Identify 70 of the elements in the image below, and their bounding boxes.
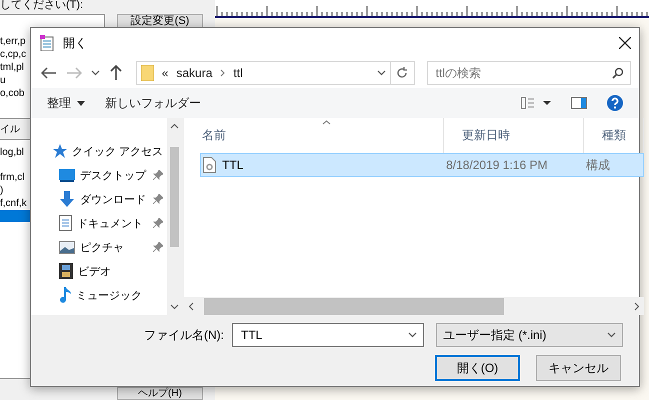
breadcrumb[interactable]: ttl xyxy=(233,66,243,80)
search-box[interactable]: ttlの検索 xyxy=(426,61,631,85)
list-item[interactable]: c,cp,c xyxy=(0,48,26,61)
chevron-down-icon xyxy=(90,70,100,76)
list-item[interactable]: log,bl xyxy=(0,146,24,159)
list-item[interactable]: ) xyxy=(0,184,4,197)
list-item[interactable]: f,cnf,k xyxy=(0,197,27,210)
help-button[interactable]: ヘルプ(H) xyxy=(117,387,203,400)
vertical-scrollbar[interactable] xyxy=(167,118,182,315)
sidebar-item[interactable]: ダウンロード xyxy=(53,187,164,211)
notepad-icon xyxy=(39,35,55,51)
scroll-right-icon[interactable] xyxy=(634,302,640,310)
new-folder-button[interactable]: 新しいフォルダー xyxy=(105,94,201,112)
sidebar-item[interactable]: ビデオ xyxy=(53,259,164,283)
chevron-down-icon xyxy=(377,70,386,76)
list-item[interactable]: frm,cl xyxy=(0,171,24,184)
section-label: イル xyxy=(0,123,20,136)
chevron-down-icon xyxy=(607,332,616,338)
sidebar-item[interactable]: ピクチャ xyxy=(53,235,164,259)
list-item[interactable]: t,err,p xyxy=(0,35,26,48)
music-note-icon xyxy=(59,287,71,303)
breadcrumb[interactable]: « xyxy=(162,66,168,80)
preview-pane-icon[interactable] xyxy=(571,97,587,109)
chevron-down-icon xyxy=(408,332,417,338)
organize-button[interactable]: 整理 xyxy=(47,94,85,112)
view-options-icon[interactable] xyxy=(521,97,551,109)
prompt-label: してください(T): xyxy=(0,0,84,11)
help-icon[interactable] xyxy=(607,95,623,111)
file-type: 構成 xyxy=(586,156,610,174)
pin-icon xyxy=(153,194,164,204)
picture-icon xyxy=(59,240,75,254)
refresh-icon xyxy=(396,67,408,79)
pin-icon xyxy=(153,170,164,180)
open-button[interactable]: 開く(O) xyxy=(435,355,520,381)
pin-icon xyxy=(153,218,164,228)
filename-combo[interactable]: TTL xyxy=(232,323,424,347)
scroll-down-icon[interactable] xyxy=(170,304,180,310)
list-item[interactable]: o,cob xyxy=(0,87,24,100)
document-icon xyxy=(59,215,72,231)
settings-file-icon xyxy=(203,157,216,173)
list-item[interactable]: u xyxy=(0,74,6,87)
file-row[interactable]: TTL 8/18/2019 1:16 PM 構成 xyxy=(200,153,644,177)
close-icon[interactable] xyxy=(619,37,631,49)
film-icon xyxy=(59,263,73,279)
monitor-icon xyxy=(59,168,75,182)
scroll-left-icon[interactable] xyxy=(188,302,194,310)
breadcrumb[interactable]: sakura xyxy=(176,66,212,80)
pin-icon xyxy=(153,242,164,252)
file-name: TTL xyxy=(222,158,244,172)
cancel-button[interactable]: キャンセル xyxy=(536,355,621,381)
filename-label: ファイル名(N): xyxy=(144,326,224,344)
address-bar[interactable]: « sakura ttl xyxy=(136,61,392,85)
horizontal-scrollbar[interactable] xyxy=(184,297,644,315)
folder-icon xyxy=(140,65,154,81)
quick-access-item[interactable]: クイック アクセス xyxy=(53,139,164,163)
sidebar-item[interactable]: ドキュメント xyxy=(53,211,164,235)
star-icon xyxy=(53,144,67,158)
search-icon xyxy=(612,67,624,79)
caret-icon xyxy=(77,100,85,106)
refresh-button[interactable] xyxy=(391,61,415,85)
chevron-right-icon xyxy=(220,69,226,77)
sidebar-item[interactable]: ミュージック xyxy=(53,283,164,307)
modified-date: 8/18/2019 1:16 PM xyxy=(446,158,548,172)
filename-field[interactable]: TTL xyxy=(239,327,339,343)
window-title: 開く xyxy=(63,34,88,52)
download-icon xyxy=(59,191,75,207)
sidebar-item[interactable]: デスクトップ xyxy=(53,163,164,187)
list-item[interactable]: tml,pl xyxy=(0,61,24,74)
file-type-dropdown[interactable]: ユーザー指定 (*.ini) xyxy=(436,323,623,347)
scroll-up-icon[interactable] xyxy=(170,123,180,129)
